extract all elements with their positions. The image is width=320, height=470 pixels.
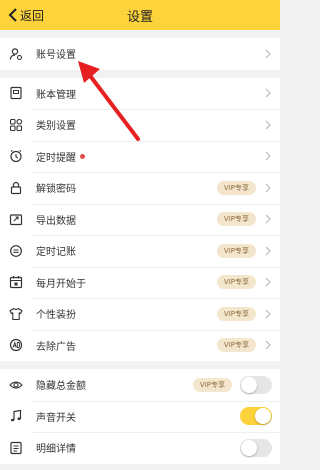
calendar-icon xyxy=(8,274,24,290)
list-icon xyxy=(8,440,24,456)
settings-item-sound: 声音开关 xyxy=(0,400,280,433)
page-title: 设置 xyxy=(126,9,153,25)
vip-badge: VIP专享 xyxy=(216,275,256,290)
settings-item-book-manage[interactable]: 账本管理 xyxy=(0,78,280,110)
vip-badge: VIP专享 xyxy=(216,338,256,353)
settings-item-detail: 明细详情 xyxy=(0,432,280,464)
settings-item-export[interactable]: 导出数据 VIP专享 xyxy=(0,203,280,236)
timer-icon xyxy=(8,243,24,259)
chevron-right-icon xyxy=(265,120,271,130)
lock-icon xyxy=(8,180,24,196)
vip-badge: VIP专享 xyxy=(216,306,256,321)
settings-item-theme[interactable]: 个性装扮 VIP专享 xyxy=(0,298,280,330)
settings-item-label: 去除广告 xyxy=(36,341,76,353)
hide-total-toggle[interactable] xyxy=(240,375,272,394)
settings-item-account[interactable]: 账号设置 xyxy=(0,38,280,70)
settings-item-scheduled-entry[interactable]: 定时记账 VIP专享 xyxy=(0,235,280,267)
back-button[interactable]: 返回 xyxy=(8,0,44,30)
no-ad-icon xyxy=(8,337,24,353)
chevron-right-icon xyxy=(265,183,271,193)
settings-group-toggles: 隐藏总金额 VIP专享 声音开关 明细详情 xyxy=(0,369,280,464)
vip-badge: VIP专享 xyxy=(216,180,256,195)
chevron-right-icon xyxy=(265,151,271,161)
chevron-right-icon xyxy=(265,246,271,256)
chevron-right-icon xyxy=(265,214,271,224)
settings-item-label: 解锁密码 xyxy=(36,184,76,196)
shirt-icon xyxy=(8,306,24,322)
settings-item-label-wrap: 定时提醒 xyxy=(36,149,264,164)
notification-dot xyxy=(80,153,85,159)
alarm-icon xyxy=(8,148,24,164)
settings-item-label: 定时记账 xyxy=(36,247,76,259)
vip-badge: VIP专享 xyxy=(216,212,256,227)
vip-badge: VIP专享 xyxy=(192,377,232,392)
settings-item-label: 声音开关 xyxy=(36,412,76,424)
toggle-knob xyxy=(241,376,257,393)
settings-item-reminder[interactable]: 定时提醒 xyxy=(0,140,280,173)
chevron-right-icon xyxy=(265,88,271,98)
settings-item-label: 定时提醒 xyxy=(36,152,76,164)
back-label: 返回 xyxy=(20,8,45,23)
toggle-knob xyxy=(241,439,257,456)
settings-item-label: 明细详情 xyxy=(36,444,76,456)
settings-item-label: 账本管理 xyxy=(36,89,76,101)
detail-toggle[interactable] xyxy=(240,438,272,457)
settings-item-label: 类别设置 xyxy=(36,121,76,133)
vip-badge: VIP专享 xyxy=(216,243,256,258)
settings-item-month-start[interactable]: 每月开始于 VIP专享 xyxy=(0,266,280,299)
settings-group-main: 账本管理 类别设置 定时提醒 解锁密码 VIP专享 导出数据 VIP专享 定时记… xyxy=(0,77,280,362)
settings-item-label: 隐藏总金额 xyxy=(36,381,86,393)
chevron-right-icon xyxy=(265,309,271,319)
chevron-right-icon xyxy=(265,49,271,59)
sound-toggle[interactable] xyxy=(240,407,272,426)
toggle-knob xyxy=(255,408,271,425)
export-icon xyxy=(8,211,24,227)
book-icon xyxy=(8,85,24,101)
settings-item-remove-ads[interactable]: 去除广告 VIP专享 xyxy=(0,329,280,362)
grid-icon xyxy=(8,117,24,133)
settings-group-account: 账号设置 xyxy=(0,38,280,70)
settings-item-label: 每月开始于 xyxy=(36,278,86,290)
chevron-left-icon xyxy=(8,8,17,22)
settings-item-label: 导出数据 xyxy=(36,215,76,227)
chevron-right-icon xyxy=(265,340,271,350)
settings-item-hide-total: 隐藏总金额 VIP专享 xyxy=(0,369,280,401)
chevron-right-icon xyxy=(265,277,271,287)
user-gear-icon xyxy=(8,46,24,62)
music-icon xyxy=(8,408,24,424)
settings-item-label: 账号设置 xyxy=(36,50,76,62)
settings-item-label: 个性装扮 xyxy=(36,310,76,322)
settings-item-unlock-password[interactable]: 解锁密码 VIP专享 xyxy=(0,172,280,204)
eye-icon xyxy=(8,377,24,393)
header-bar: 返回 设置 xyxy=(0,0,280,30)
settings-item-category[interactable]: 类别设置 xyxy=(0,109,280,141)
